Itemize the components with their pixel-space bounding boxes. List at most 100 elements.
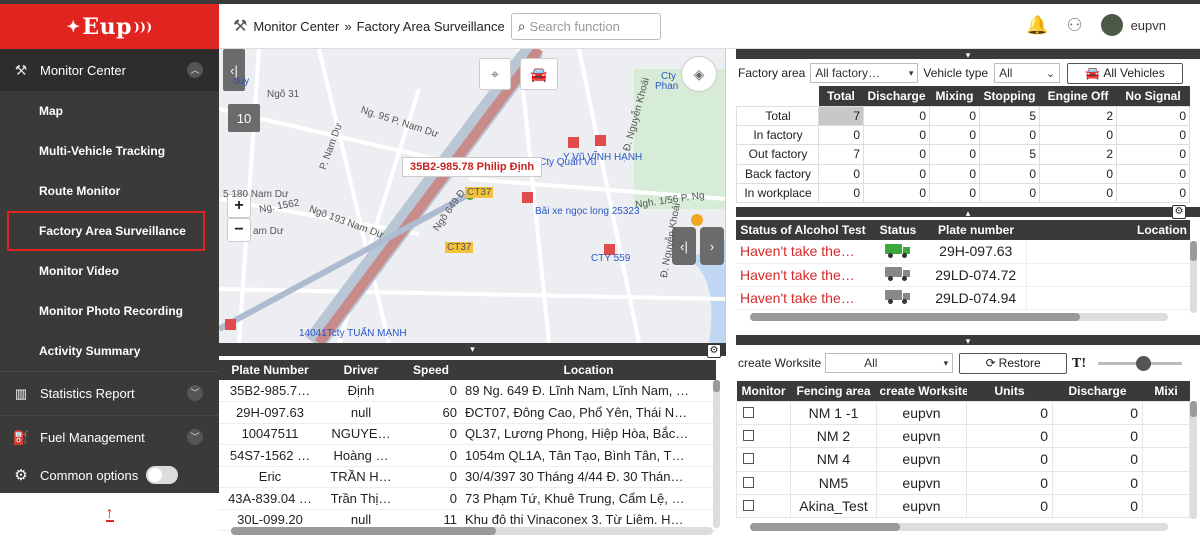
layers-button[interactable]: ◈ [681, 56, 717, 92]
col-fencing-area[interactable]: Fencing area [790, 381, 877, 401]
summary-cell[interactable]: 0 [818, 124, 864, 146]
table-settings-button[interactable]: ⚙ [707, 344, 721, 358]
alcohol-hscroll[interactable] [750, 313, 1168, 321]
col-create-worksite[interactable]: create Worksite [876, 381, 967, 401]
worksite-row[interactable]: NM 2 eupvn 0 0 [736, 423, 1190, 449]
col-alcohol-status[interactable]: Status of Alcohol Test [736, 220, 870, 240]
worksite-row[interactable]: Akina_Test eupvn 0 0 [736, 494, 1190, 519]
org-icon[interactable]: ⚇ [1066, 15, 1082, 36]
summary-cell[interactable]: 5 [979, 144, 1040, 165]
worksite-row[interactable]: NM5 eupvn 0 0 [736, 470, 1190, 496]
sidebar-item-factory-area-surveillance[interactable]: Factory Area Surveillance [7, 211, 205, 251]
user-menu[interactable]: eupvn [1100, 14, 1166, 36]
col-mixing[interactable]: Mixi [1142, 381, 1190, 401]
alcohol-row[interactable]: Haven't take the… 29H-097.63 [736, 240, 1190, 264]
sidebar-item-route-monitor[interactable]: Route Monitor [0, 171, 219, 211]
sidebar-item-map[interactable]: Map [0, 91, 219, 131]
summary-col[interactable]: Total [818, 86, 864, 106]
table-row[interactable]: 43A-839.04 … Trần Thị… 0 73 Phạm Tứ, Khuê T… [219, 487, 716, 510]
monitor-checkbox[interactable] [743, 430, 754, 442]
vehicle-table-hscroll[interactable] [231, 527, 713, 535]
chevron-down-icon[interactable]: ﹀ [187, 385, 203, 401]
alcohol-collapse-bar[interactable]: ▴ [736, 207, 1200, 218]
summary-col[interactable]: No Signal [1116, 86, 1190, 106]
table-row[interactable]: 35B2-985.7… Định 0 89 Ng. 649 Đ. Lĩnh Nam, … [219, 380, 716, 402]
summary-cell[interactable]: 0 [818, 183, 864, 204]
text-size-slider[interactable] [1098, 355, 1183, 371]
summary-cell[interactable]: 0 [929, 163, 980, 185]
summary-cell[interactable]: 0 [929, 105, 980, 126]
col-discharge[interactable]: Discharge [1052, 381, 1143, 401]
table-row[interactable]: 10047511 NGUYE… 0 QL37, Lương Phong, Hiệp H… [219, 423, 716, 445]
common-options-toggle[interactable] [146, 466, 179, 484]
scrollbar-thumb[interactable] [713, 380, 720, 392]
summary-cell[interactable]: 2 [1039, 105, 1117, 126]
menu-monitor-center[interactable]: ⚒ Monitor Center ︿ [0, 49, 219, 91]
summary-col[interactable]: Engine Off [1039, 86, 1117, 106]
table-row[interactable]: 29H-097.63 null 60 ĐCT07, Đông Cao, Phổ Yên… [219, 401, 716, 424]
summary-cell[interactable]: 7 [818, 105, 864, 126]
summary-cell[interactable]: 0 [979, 183, 1040, 204]
menu-fuel-management[interactable]: ⛽ Fuel Management ﹀ [0, 415, 219, 459]
summary-cell[interactable]: 0 [1116, 124, 1190, 146]
bell-icon[interactable]: 🔔 [1026, 15, 1048, 36]
location-pin-button[interactable]: ⌖ [479, 58, 511, 90]
summary-cell[interactable]: 0 [863, 105, 930, 126]
monitor-checkbox[interactable] [743, 476, 754, 488]
logo[interactable]: ✦ Eup))) [0, 4, 219, 49]
summary-cell[interactable]: 0 [863, 183, 930, 204]
vehicle-type-select[interactable]: All ⌄ [994, 63, 1061, 83]
summary-cell[interactable]: 0 [1116, 105, 1190, 126]
scrollbar-thumb[interactable] [750, 313, 1080, 321]
next-panel-button[interactable]: › [700, 227, 724, 265]
col-plate-number[interactable]: Plate number [926, 220, 1026, 240]
worksite-row[interactable]: NM 4 eupvn 0 0 [736, 447, 1190, 472]
chevron-down-icon[interactable]: ﹀ [187, 429, 203, 445]
worksite-collapse-bar[interactable]: ▾ [736, 335, 1200, 346]
all-vehicles-button[interactable]: 🚘 All Vehicles [1067, 62, 1184, 84]
menu-statistics-report[interactable]: ▥ Statistics Report ﹀ [0, 371, 219, 415]
monitor-checkbox[interactable] [743, 453, 754, 465]
restore-button[interactable]: ⟳ Restore [959, 352, 1068, 374]
col-status[interactable]: Status [870, 220, 926, 240]
monitor-checkbox[interactable] [743, 500, 754, 512]
summary-cell[interactable]: 0 [818, 163, 864, 185]
summary-cell[interactable]: 0 [1116, 163, 1190, 185]
summary-col[interactable]: Discharge [863, 86, 930, 106]
worksite-scrollbar[interactable] [1190, 401, 1197, 519]
table-row[interactable]: Eric TRẦN H… 0 30/4/397 30 Tháng 4/44 Đ. 30… [219, 466, 716, 488]
summary-col[interactable]: Stopping [979, 86, 1040, 106]
slider-thumb[interactable] [1136, 355, 1152, 371]
col-speed[interactable]: Speed [401, 360, 461, 380]
vehicle-table-scrollbar[interactable] [713, 380, 720, 528]
worksite-select[interactable]: All ▾ [825, 353, 954, 373]
sidebar-item-monitor-video[interactable]: Monitor Video [0, 251, 219, 291]
alcohol-row[interactable]: Haven't take the… 29LD-074.72 [736, 263, 1190, 287]
chevron-up-icon[interactable]: ︿ [187, 62, 203, 78]
scrollbar-thumb[interactable] [231, 527, 496, 535]
scrollbar-thumb[interactable] [1190, 241, 1197, 261]
summary-cell[interactable]: 0 [979, 163, 1040, 185]
map[interactable]: ‹| 10 ⌖ 🚘 ◈ + − ‹| › duy Ngõ 31 Ng. 95 P… [219, 49, 726, 343]
panel-collapse-bar[interactable]: ▾ [219, 343, 726, 356]
scrollbar-thumb[interactable] [1190, 401, 1197, 417]
worksite-hscroll[interactable] [750, 523, 1168, 531]
vehicle-popup[interactable]: 35B2-985.78 Philip Định [402, 157, 543, 177]
factory-area-select[interactable]: All factory… ▾ [810, 63, 919, 83]
summary-cell[interactable]: 0 [1039, 124, 1117, 146]
summary-cell[interactable]: 5 [979, 105, 1040, 126]
sidebar-item-monitor-photo-recording[interactable]: Monitor Photo Recording [0, 291, 219, 331]
summary-cell[interactable]: 0 [863, 163, 930, 185]
panel-collapse-bar[interactable]: ▾ [736, 49, 1200, 60]
alcohol-scrollbar[interactable] [1190, 241, 1197, 313]
breadcrumb-root[interactable]: Monitor Center [253, 19, 339, 34]
col-location[interactable]: Location [461, 360, 716, 380]
summary-col[interactable] [736, 86, 819, 106]
search-input[interactable]: ⌕ Search function [510, 12, 661, 40]
col-monitor[interactable]: Monitor [736, 381, 791, 401]
sidebar-item-activity-summary[interactable]: Activity Summary [0, 331, 219, 371]
scroll-top-button[interactable]: ↑ [0, 493, 219, 537]
alcohol-settings-button[interactable]: ⚙ [1172, 205, 1186, 219]
summary-cell[interactable]: 2 [1039, 144, 1117, 165]
scrollbar-thumb[interactable] [750, 523, 900, 531]
